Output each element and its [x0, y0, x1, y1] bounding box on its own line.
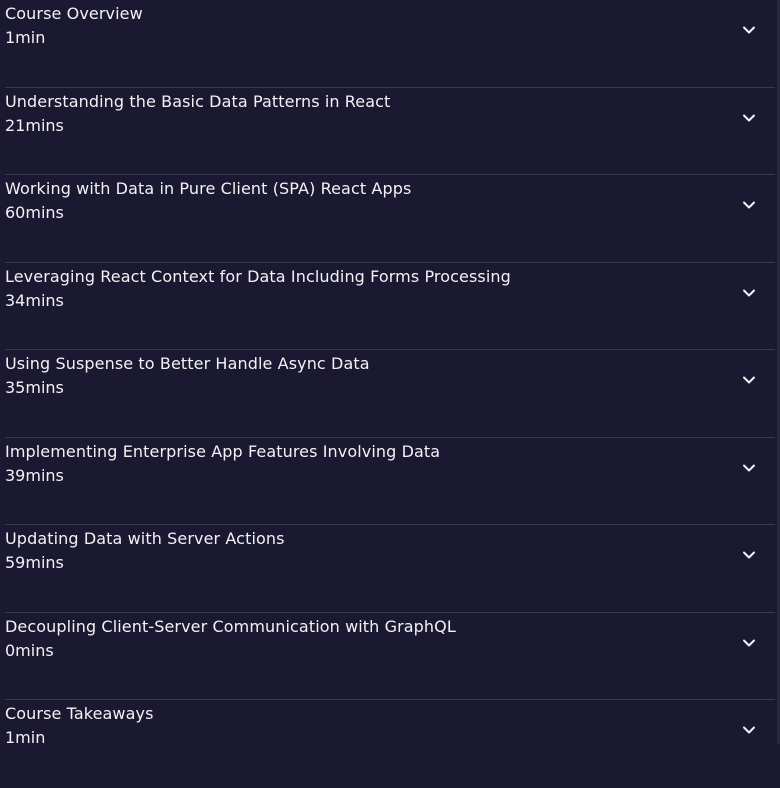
module-item[interactable]: Implementing Enterprise App Features Inv…: [0, 438, 780, 525]
chevron-down-icon[interactable]: [741, 197, 757, 213]
chevron-down-icon[interactable]: [741, 110, 757, 126]
module-title: Leveraging React Context for Data Includ…: [5, 266, 511, 286]
chevron-down-icon[interactable]: [741, 285, 757, 301]
module-duration: 1min: [5, 728, 46, 747]
module-item[interactable]: Understanding the Basic Data Patterns in…: [0, 88, 780, 175]
module-title: Using Suspense to Better Handle Async Da…: [5, 354, 370, 373]
module-item[interactable]: Updating Data with Server Actions 59mins: [0, 525, 780, 613]
module-item[interactable]: Course Overview 1min: [0, 0, 780, 88]
chevron-down-icon[interactable]: [741, 460, 757, 476]
module-item[interactable]: Leveraging React Context for Data Includ…: [0, 263, 780, 350]
module-item[interactable]: Working with Data in Pure Client (SPA) R…: [0, 175, 780, 263]
module-title: Decoupling Client-Server Communication w…: [5, 616, 456, 636]
module-duration: 59mins: [5, 553, 64, 572]
chevron-down-icon[interactable]: [741, 635, 757, 651]
module-duration: 35mins: [5, 378, 64, 397]
module-title: Updating Data with Server Actions: [5, 529, 285, 548]
chevron-down-icon[interactable]: [741, 547, 757, 563]
module-duration: 34mins: [5, 290, 64, 310]
module-title: Implementing Enterprise App Features Inv…: [5, 441, 441, 461]
module-title: Understanding the Basic Data Patterns in…: [5, 91, 391, 111]
course-module-list: Course Overview 1min Understanding the B…: [0, 0, 780, 788]
module-duration: 39mins: [5, 465, 64, 485]
module-title: Course Overview: [5, 4, 143, 23]
chevron-down-icon[interactable]: [741, 22, 757, 38]
module-duration: 21mins: [5, 115, 64, 135]
module-duration: 0mins: [5, 640, 54, 660]
chevron-down-icon[interactable]: [741, 722, 757, 738]
module-duration: 60mins: [5, 203, 64, 222]
module-item[interactable]: Using Suspense to Better Handle Async Da…: [0, 350, 780, 438]
module-title: Working with Data in Pure Client (SPA) R…: [5, 179, 412, 198]
module-title: Course Takeaways: [5, 704, 154, 723]
chevron-down-icon[interactable]: [741, 372, 757, 388]
module-item[interactable]: Decoupling Client-Server Communication w…: [0, 613, 780, 700]
module-duration: 1min: [5, 28, 46, 47]
